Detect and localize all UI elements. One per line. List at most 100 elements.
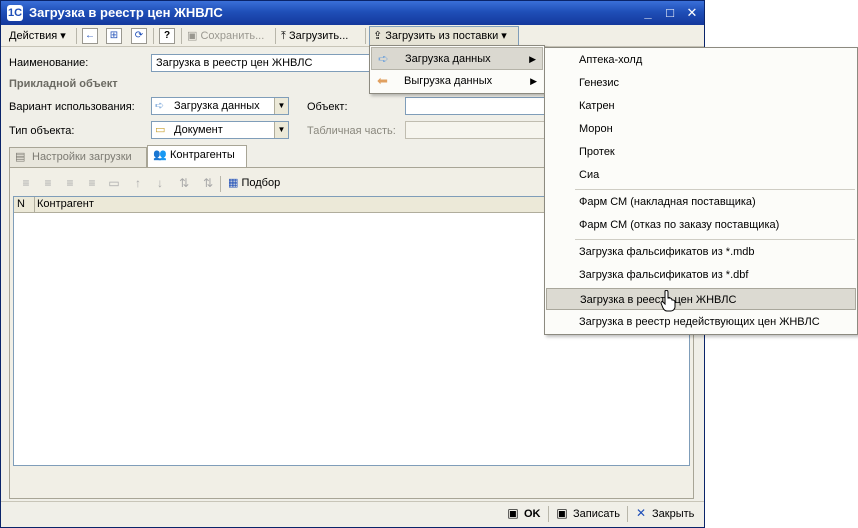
pick-button[interactable]: ▦ Подбор — [228, 174, 280, 192]
submenu-arrow-icon: ▶ — [530, 76, 537, 86]
submenu-item[interactable]: Фарм СМ (отказ по заказу поставщика) — [546, 214, 856, 236]
sort-asc-icon[interactable]: ⇅ — [176, 175, 192, 191]
toolbar-divider — [365, 28, 366, 44]
ok-label: OK — [524, 508, 541, 520]
move-up-icon[interactable]: ↑ — [130, 175, 146, 191]
save-label: Сохранить... — [200, 30, 265, 42]
object-type-value: Документ — [174, 124, 223, 136]
arrow-right-icon: ➪ — [155, 100, 165, 112]
submenu-item[interactable]: Загрузка фальсификатов из *.mdb — [546, 241, 856, 263]
delete-row-icon[interactable]: ≡ — [84, 175, 100, 191]
load-from-delivery-label: Загрузить из поставки — [385, 30, 499, 42]
chevron-down-icon[interactable]: ▼ — [274, 122, 288, 138]
submenu-item[interactable]: Загрузка фальсификатов из *.dbf — [546, 264, 856, 286]
column-divider — [34, 197, 35, 212]
chevron-down-icon[interactable]: ▼ — [274, 98, 288, 114]
column-header-number[interactable]: N — [17, 198, 25, 210]
structure-icon[interactable]: ⊞ — [106, 28, 122, 44]
load-from-delivery-caption: ⇪ Загрузить из поставки ▾ — [373, 30, 507, 42]
close-icon[interactable]: ✕ — [683, 5, 701, 21]
tab-label: Настройки загрузки — [32, 151, 132, 163]
submenu-item[interactable]: Генезис — [546, 72, 856, 94]
actions-label: Действия — [9, 30, 58, 42]
divider — [548, 506, 549, 522]
app-icon: 1C — [7, 5, 23, 21]
submenu-item-hovered[interactable]: Загрузка в реестр цен ЖНВЛС — [546, 288, 856, 310]
title-bar[interactable]: 1C Загрузка в реестр цен ЖНВЛС _ □ ✕ — [1, 1, 704, 25]
tab-counterparties[interactable]: 👥 Контрагенты — [147, 145, 247, 167]
sort-desc-icon[interactable]: ⇅ — [200, 175, 216, 191]
load-label: Загрузить... — [288, 30, 349, 42]
close-button[interactable]: ✕ Закрыть — [634, 505, 694, 523]
save-disk-icon: ▣ — [507, 506, 519, 520]
close-icon: ✕ — [635, 506, 647, 520]
arrow-left-icon: ⬅ — [377, 73, 388, 88]
submenu-item[interactable]: Морон — [546, 118, 856, 140]
people-icon: 👥 — [153, 149, 167, 161]
table-part-input — [405, 121, 550, 139]
actions-menu-button[interactable]: Действия ▾ — [9, 27, 66, 45]
section-header: Прикладной объект — [9, 78, 118, 90]
ok-button[interactable]: ▣ OK — [506, 505, 541, 523]
edit-row-icon[interactable]: ≡ — [62, 175, 78, 191]
main-toolbar: Действия ▾ ← ⊞ ⟳ ? ▣ Сохранить... ⤒ Загр… — [1, 25, 704, 47]
delivery-dropdown-menu: ➪ Загрузка данных ▶ ⬅ Выгрузка данных ▶ — [369, 45, 545, 94]
load-data-submenu: Аптека-холд Генезис Катрен Морон Протек … — [544, 47, 858, 335]
name-input[interactable]: Загрузка в реестр цен ЖНВЛС — [151, 54, 371, 72]
submenu-item[interactable]: Аптека-холд — [546, 49, 856, 71]
usage-value: Загрузка данных — [174, 100, 260, 112]
toolbar-divider — [220, 176, 221, 192]
write-button[interactable]: ▣ Записать — [555, 505, 620, 523]
object-input[interactable] — [405, 97, 550, 115]
submenu-item[interactable]: Сиа — [546, 164, 856, 186]
toolbar-divider — [181, 28, 182, 44]
help-icon[interactable]: ? — [159, 28, 175, 44]
load-button[interactable]: ⤒ Загрузить... — [281, 27, 348, 45]
menu-item-export-data[interactable]: ⬅ Выгрузка данных ▶ — [371, 70, 543, 93]
refresh-icon[interactable]: ⟳ — [131, 28, 147, 44]
load-icon: ⤒ — [281, 30, 286, 42]
end-edit-icon[interactable]: ▭ — [106, 175, 122, 191]
save-disk-icon: ▣ — [187, 30, 198, 42]
usage-label: Вариант использования: — [9, 101, 135, 113]
submenu-item[interactable]: Фарм СМ (накладная поставщика) — [546, 191, 856, 213]
save-disk-icon: ▣ — [556, 506, 568, 520]
window-title: Загрузка в реестр цен ЖНВЛС — [29, 5, 223, 20]
column-header-counterparty[interactable]: Контрагент — [37, 198, 94, 210]
toolbar-divider — [153, 28, 154, 44]
divider — [627, 506, 628, 522]
maximize-icon[interactable]: □ — [661, 5, 679, 21]
object-type-select[interactable]: ▭ Документ ▼ — [151, 121, 289, 139]
pick-icon: ▦ — [228, 177, 239, 189]
write-label: Записать — [573, 508, 621, 520]
menu-separator — [575, 189, 855, 190]
menu-item-label: Выгрузка данных — [404, 75, 493, 87]
minimize-icon[interactable]: _ — [639, 5, 657, 21]
submenu-item[interactable]: Загрузка в реестр недействующих цен ЖНВЛ… — [546, 311, 856, 333]
menu-separator — [575, 239, 855, 240]
object-label: Объект: — [307, 101, 348, 113]
menu-item-load-data[interactable]: ➪ Загрузка данных ▶ — [371, 47, 543, 70]
add-row-icon[interactable]: ≡ — [18, 175, 34, 191]
close-label: Закрыть — [652, 508, 695, 520]
object-type-label: Тип объекта: — [9, 125, 75, 137]
divider — [1, 501, 704, 502]
delivery-icon: ⇪ — [373, 30, 383, 42]
name-label: Наименование: — [9, 57, 89, 69]
pick-label: Подбор — [241, 177, 281, 189]
usage-select[interactable]: ➪ Загрузка данных ▼ — [151, 97, 289, 115]
tab-label: Контрагенты — [170, 149, 235, 161]
submenu-item[interactable]: Протек — [546, 141, 856, 163]
move-down-icon[interactable]: ↓ — [152, 175, 168, 191]
table-part-label: Табличная часть: — [307, 125, 396, 137]
toolbar-divider — [76, 28, 77, 44]
toolbar-divider — [275, 28, 276, 44]
tab-load-settings[interactable]: ▤ Настройки загрузки — [9, 147, 147, 167]
menu-item-label: Загрузка данных — [405, 53, 491, 65]
save-button[interactable]: ▣ Сохранить... — [187, 27, 264, 45]
back-arrow-icon[interactable]: ← — [82, 28, 98, 44]
submenu-arrow-icon: ▶ — [529, 54, 536, 64]
settings-icon: ▤ — [15, 151, 26, 163]
submenu-item[interactable]: Катрен — [546, 95, 856, 117]
copy-row-icon[interactable]: ≡ — [40, 175, 56, 191]
